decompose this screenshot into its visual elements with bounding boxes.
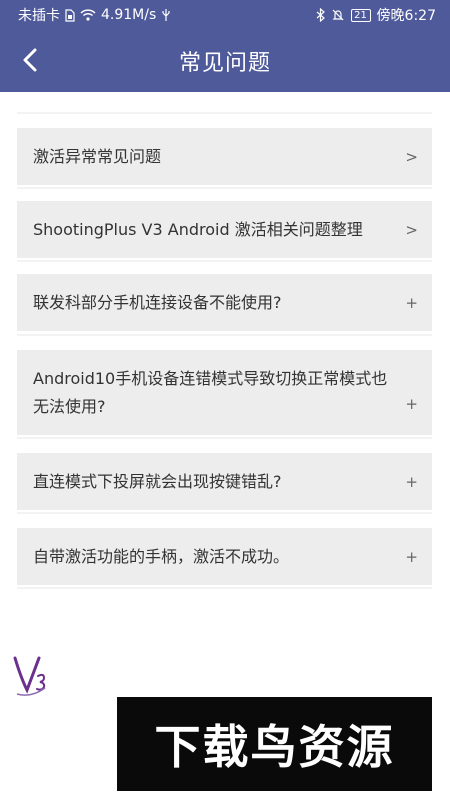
divider bbox=[17, 512, 432, 514]
clock: 傍晚6:27 bbox=[376, 8, 436, 24]
faq-item-shootingplus-android[interactable]: ShootingPlus V3 Android 激活相关问题整理 > bbox=[17, 201, 432, 258]
faq-item-label: ShootingPlus V3 Android 激活相关问题整理 bbox=[33, 219, 363, 239]
faq-item-direct-mode[interactable]: 直连模式下投屏就会出现按键错乱? + bbox=[17, 453, 432, 510]
faq-item-label: 联发科部分手机连接设备不能使用? bbox=[33, 292, 282, 312]
divider bbox=[17, 437, 432, 439]
wifi-icon bbox=[80, 9, 96, 21]
expand-plus-icon: + bbox=[405, 395, 418, 413]
battery-icon: 21 bbox=[350, 8, 371, 22]
faq-item-mediatek[interactable]: 联发科部分手机连接设备不能使用? + bbox=[17, 274, 432, 331]
divider bbox=[17, 260, 432, 262]
divider bbox=[17, 587, 432, 589]
faq-item-activation-issues[interactable]: 激活异常常见问题 > bbox=[17, 128, 432, 185]
chevron-right-icon: > bbox=[405, 147, 418, 166]
page-title: 常见问题 bbox=[178, 51, 271, 76]
faq-item-builtin-activation[interactable]: 自带激活功能的手柄，激活不成功。 + bbox=[17, 528, 432, 585]
faq-item-label: 自带激活功能的手柄，激活不成功。 bbox=[33, 546, 290, 566]
carrier-text: 未插卡 bbox=[18, 8, 60, 24]
network-speed: 4.91M/s bbox=[101, 7, 157, 23]
watermark: 下载鸟资源 bbox=[117, 697, 432, 791]
divider bbox=[17, 112, 432, 114]
watermark-text: 下载鸟资源 bbox=[154, 720, 395, 774]
expand-plus-icon: + bbox=[405, 472, 418, 491]
faq-item-label: 直连模式下投屏就会出现按键错乱? bbox=[33, 471, 282, 491]
expand-plus-icon: + bbox=[405, 547, 418, 566]
app-logo bbox=[4, 645, 56, 701]
chevron-right-icon: > bbox=[405, 220, 418, 239]
faq-item-android10[interactable]: Android10手机设备连错模式导致切换正常模式也无法使用? + bbox=[17, 350, 432, 435]
back-chevron-icon[interactable] bbox=[12, 42, 48, 78]
mute-icon bbox=[331, 8, 345, 22]
app-header: 常见问题 bbox=[0, 30, 450, 92]
bluetooth-icon bbox=[316, 8, 325, 22]
faq-item-label: Android10手机设备连错模式导致切换正常模式也无法使用? bbox=[33, 368, 388, 416]
usb-icon bbox=[161, 8, 171, 22]
divider bbox=[17, 334, 432, 336]
sim-icon bbox=[65, 8, 75, 22]
divider bbox=[17, 187, 432, 189]
faq-item-label: 激活异常常见问题 bbox=[33, 146, 162, 166]
expand-plus-icon: + bbox=[405, 293, 418, 312]
status-bar: 未插卡 4.91M/s 21 傍晚6:27 bbox=[0, 0, 450, 30]
